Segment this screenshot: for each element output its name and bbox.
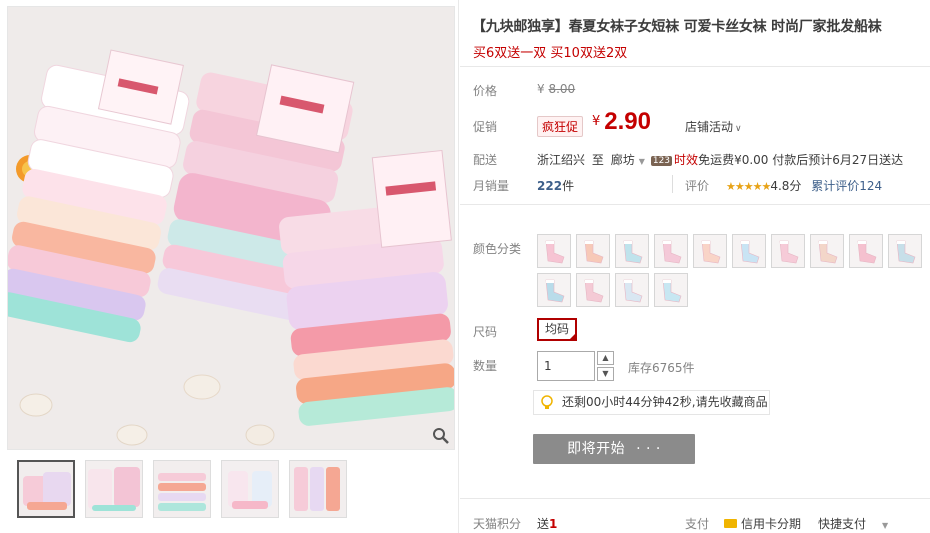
shop-activity-dropdown[interactable]: 店铺活动 ∨ (685, 118, 742, 135)
color-swatch[interactable] (732, 234, 766, 268)
start-button-dots: · · · (636, 441, 661, 457)
product-gallery (0, 0, 458, 533)
price-label: 价格 (473, 84, 498, 98)
product-details: 【九块邮独享】春夏女袜子女短袜 可爱卡丝女袜 时尚厂家批发船袜 买6双送一双 买… (460, 0, 930, 533)
star-rating-icon: ★★★★★ (726, 180, 771, 193)
points-value: 1 (549, 517, 558, 531)
shop-activity-label: 店铺活动 (685, 120, 734, 134)
socks-photo (8, 7, 454, 449)
color-label: 颜色分类 (473, 242, 522, 256)
color-swatch[interactable] (654, 234, 688, 268)
thumbnail-4[interactable] (221, 460, 279, 518)
timely-text: 时效 (674, 153, 699, 167)
rating-score: 4.8分 (770, 179, 802, 193)
color-swatch[interactable] (888, 234, 922, 268)
sales-count: 222 (537, 179, 563, 193)
color-swatch[interactable] (537, 273, 571, 307)
color-swatch[interactable] (810, 234, 844, 268)
thumbnail-1[interactable] (17, 460, 75, 518)
promo-currency: ¥ (592, 114, 601, 129)
quantity-input[interactable]: 1 (537, 351, 595, 381)
promo-subtitle: 买6双送一双 买10双送2双 (473, 46, 628, 61)
footer-info: 天猫积分 送1 支付 信用卡分期 快捷支付 ▼ (460, 498, 930, 533)
monthly-sales: 222件 (537, 177, 574, 194)
size-label: 尺码 (473, 325, 498, 339)
shipping-text: 免运费¥0.00 付款后预计6月27日送达 (698, 153, 904, 167)
column-divider (458, 0, 459, 533)
thumbnail-3[interactable] (153, 460, 211, 518)
thumbnail-5[interactable] (289, 460, 347, 518)
quick-pay[interactable]: 快捷支付 ▼ (818, 515, 888, 532)
ship-to-word: 至 (591, 153, 604, 167)
reminder-text: 还剩00小时44分钟42秒,请先收藏商品 (562, 395, 768, 409)
quantity-label: 数量 (473, 359, 498, 373)
rating-label: 评价 (685, 179, 710, 193)
original-currency: ¥ (537, 82, 545, 96)
lightbulb-icon (541, 395, 553, 409)
quantity-decrease-button[interactable]: ▼ (597, 367, 614, 381)
start-button-label: 即将开始 (567, 441, 626, 457)
quick-pay-label: 快捷支付 (818, 517, 867, 531)
magnifier-icon[interactable] (432, 427, 450, 445)
quantity-increase-button[interactable]: ▲ (597, 351, 614, 365)
color-swatch[interactable] (654, 273, 688, 307)
caret-down-icon[interactable]: ▼ (639, 157, 645, 166)
credit-installment[interactable]: 信用卡分期 (724, 515, 801, 532)
ship-from: 浙江绍兴 (537, 153, 586, 167)
main-product-image[interactable] (7, 6, 455, 450)
promo-price-value: 2.90 (604, 108, 651, 135)
favorite-reminder[interactable]: 还剩00小时44分钟42秒,请先收藏商品 (533, 390, 770, 415)
separator (460, 66, 930, 67)
promo-price: ¥2.90 (592, 108, 651, 136)
credit-label: 信用卡分期 (741, 517, 802, 531)
color-swatch[interactable] (615, 234, 649, 268)
stock-text: 库存6765件 (628, 361, 695, 375)
size-value: 均码 (544, 322, 569, 336)
separator (460, 204, 930, 205)
color-swatch[interactable] (576, 273, 610, 307)
promo-label: 促销 (473, 120, 498, 134)
points-info: 送1 (537, 515, 557, 532)
original-price: ¥ 8.00 (537, 82, 575, 96)
product-title: 【九块邮独享】春夏女袜子女短袜 可爱卡丝女袜 时尚厂家批发船袜 (472, 19, 882, 35)
color-swatch[interactable] (576, 234, 610, 268)
color-swatch[interactable] (693, 234, 727, 268)
monthly-sales-label: 月销量 (473, 179, 510, 193)
selected-check-icon (568, 332, 577, 341)
color-swatch[interactable] (615, 273, 649, 307)
promo-tag: 疯狂促 (537, 116, 584, 137)
stats-divider (672, 175, 673, 193)
chevron-down-icon: ∨ (735, 124, 742, 134)
size-option-selected[interactable]: 均码 (537, 318, 577, 341)
original-price-value: 8.00 (548, 82, 576, 96)
shipping-info: 浙江绍兴 至 廊坊 ▼ 123 时效免运费¥0.00 付款后预计6月27日送达 (537, 151, 903, 168)
sales-unit: 件 (562, 179, 575, 193)
color-swatch[interactable] (849, 234, 883, 268)
points-text: 送 (537, 517, 550, 531)
coming-soon-button[interactable]: 即将开始 · · · (533, 434, 695, 464)
credit-card-icon (724, 519, 737, 528)
thumbnail-2[interactable] (85, 460, 143, 518)
color-swatch[interactable] (537, 234, 571, 268)
color-swatch[interactable] (771, 234, 805, 268)
review-label: 累计评价 (811, 179, 860, 193)
rating-info[interactable]: ★★★★★4.8分 累计评价124 (726, 177, 882, 194)
ship-destination[interactable]: 廊坊 (611, 153, 635, 167)
shipping-label: 配送 (473, 153, 498, 167)
points-label: 天猫积分 (473, 517, 522, 531)
pay-label: 支付 (685, 517, 710, 531)
timely-badge: 123 (650, 156, 673, 166)
caret-down-icon: ▼ (882, 521, 889, 530)
review-count: 124 (859, 179, 883, 193)
